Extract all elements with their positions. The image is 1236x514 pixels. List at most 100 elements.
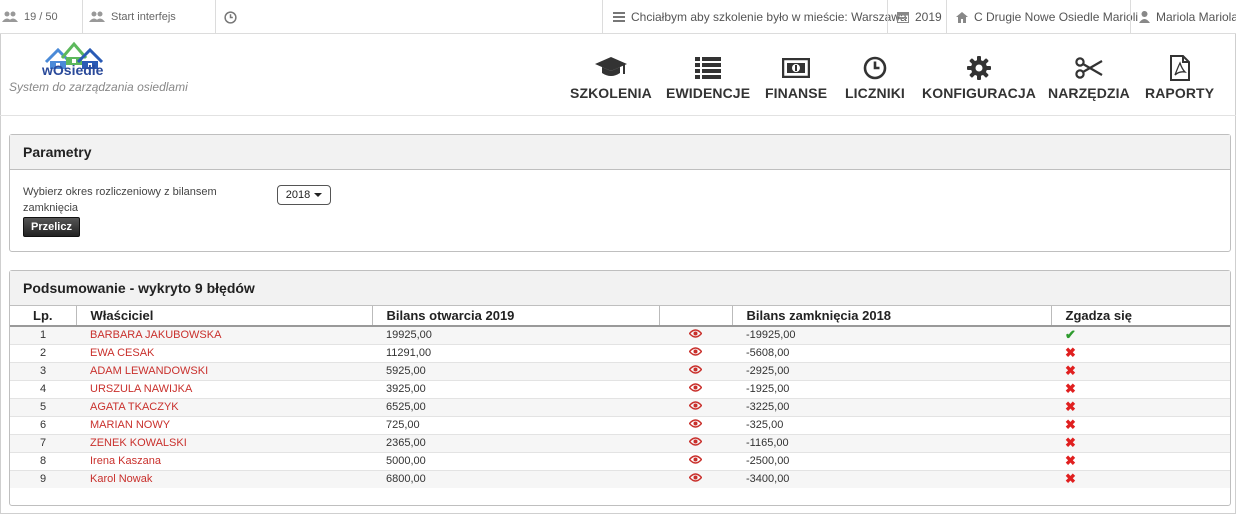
owner-link[interactable]: BARBARA JAKUBOWSKA — [76, 325, 372, 344]
clock-button[interactable] — [224, 0, 243, 34]
cross-icon: ✖ — [1065, 453, 1076, 468]
closing-balance: -325,00 — [732, 415, 1051, 434]
user-name: Mariola Mariola — [1156, 10, 1236, 24]
opening-balance: 5925,00 — [372, 361, 659, 380]
preview-cell[interactable] — [659, 343, 732, 362]
table-row: 5 AGATA TKACZYK 6525,00 -3225,00 ✖ — [10, 397, 1230, 416]
nav-raporty-label: RAPORTY — [1145, 85, 1215, 101]
match-status: ✖ — [1051, 451, 1230, 470]
eye-icon[interactable] — [688, 455, 703, 464]
row-lp: 8 — [10, 451, 76, 470]
match-status: ✔ — [1051, 325, 1230, 344]
preview-cell[interactable] — [659, 361, 732, 380]
training-city-item[interactable]: Chciałbym aby szkolenie było w mieście: … — [613, 0, 907, 34]
owner-link[interactable]: ADAM LEWANDOWSKI — [76, 361, 372, 380]
eye-icon[interactable] — [688, 383, 703, 392]
col-close-balance-header[interactable]: Bilans zamknięcia 2018 — [731, 306, 1051, 327]
eye-icon[interactable] — [688, 437, 703, 446]
preview-cell[interactable] — [659, 397, 732, 416]
counter-text: 19 / 50 — [24, 11, 58, 23]
opening-balance: 11291,00 — [372, 343, 659, 362]
opening-balance: 3925,00 — [372, 379, 659, 398]
params-panel: Parametry Wybierz okres rozliczeniowy z … — [9, 134, 1231, 252]
period-label: Wybierz okres rozliczeniowy z bilansem z… — [23, 186, 217, 214]
recalculate-button[interactable]: Przelicz — [23, 217, 80, 237]
scissors-icon — [1075, 57, 1103, 79]
preview-cell[interactable] — [659, 325, 732, 344]
nav-raporty[interactable]: RAPORTY — [1145, 54, 1214, 101]
match-status: ✖ — [1051, 361, 1230, 380]
period-year-select[interactable]: 2018 — [277, 185, 331, 205]
calendar-icon — [897, 12, 909, 23]
start-interface-link[interactable]: Start interfejs — [89, 0, 176, 34]
nav-konfiguracja[interactable]: KONFIGURACJA — [922, 54, 1036, 101]
nav-finanse[interactable]: FINANSE — [765, 54, 827, 101]
nav-szkolenia[interactable]: SZKOLENIA — [570, 54, 652, 101]
opening-balance: 5000,00 — [372, 451, 659, 470]
pdf-file-icon — [1169, 55, 1190, 81]
owner-link[interactable]: URSZULA NAWIJKA — [76, 379, 372, 398]
year-item[interactable]: 2019 — [897, 0, 942, 34]
params-panel-title: Parametry — [10, 135, 1230, 170]
eye-icon[interactable] — [688, 473, 703, 482]
counter-item[interactable]: 19 / 50 — [2, 0, 58, 34]
caret-down-icon — [314, 193, 323, 197]
row-lp: 4 — [10, 379, 76, 398]
money-icon — [782, 58, 811, 78]
opening-balance: 2365,00 — [372, 433, 659, 452]
row-lp: 1 — [10, 325, 76, 344]
users-icon — [2, 11, 18, 22]
graduation-cap-icon — [594, 57, 627, 76]
summary-table: Lp. Właściciel Bilans otwarcia 2019 Bila… — [10, 306, 1230, 488]
owner-link[interactable]: ZENEK KOWALSKI — [76, 433, 372, 452]
match-status: ✖ — [1051, 469, 1230, 488]
users-icon — [89, 11, 105, 22]
year-text: 2019 — [915, 10, 942, 24]
nav-ewidencje[interactable]: EWIDENCJE — [666, 54, 750, 101]
estate-item[interactable]: C Drugie Nowe Osiedle Marioli — [956, 0, 1138, 34]
eye-icon[interactable] — [688, 401, 703, 410]
table-row: 7 ZENEK KOWALSKI 2365,00 -1165,00 ✖ — [10, 433, 1230, 452]
cross-icon: ✖ — [1065, 381, 1076, 396]
eye-icon[interactable] — [688, 329, 703, 338]
opening-balance: 725,00 — [372, 415, 659, 434]
user-icon — [1139, 11, 1150, 23]
nav-liczniki[interactable]: LICZNIKI — [845, 54, 905, 101]
preview-cell[interactable] — [659, 379, 732, 398]
table-row: 1 BARBARA JAKUBOWSKA 19925,00 -19925,00 ✔ — [10, 325, 1230, 344]
closing-balance: -19925,00 — [732, 325, 1051, 344]
eye-icon[interactable] — [688, 419, 703, 428]
closing-balance: -3225,00 — [732, 397, 1051, 416]
owner-link[interactable]: Karol Nowak — [76, 469, 372, 488]
owner-link[interactable]: MARIAN NOWY — [76, 415, 372, 434]
eye-icon[interactable] — [688, 347, 703, 356]
preview-cell[interactable] — [659, 433, 732, 452]
owner-link[interactable]: EWA CESAK — [76, 343, 372, 362]
col-open-balance-header[interactable]: Bilans otwarcia 2019 — [371, 306, 659, 327]
period-year-value: 2018 — [285, 189, 311, 201]
start-interface-label: Start interfejs — [111, 11, 176, 23]
user-menu[interactable]: Mariola Mariola — [1139, 0, 1236, 34]
owner-link[interactable]: AGATA TKACZYK — [76, 397, 372, 416]
summary-panel: Podsumowanie - wykryto 9 błędów Lp. Właś… — [9, 270, 1231, 506]
col-owner-header[interactable]: Właściciel — [75, 306, 372, 327]
preview-cell[interactable] — [659, 451, 732, 470]
closing-balance: -1925,00 — [732, 379, 1051, 398]
nav-narzedzia[interactable]: NARZĘDZIA — [1048, 54, 1130, 101]
clock-icon — [224, 10, 237, 24]
table-row: 2 EWA CESAK 11291,00 -5608,00 ✖ — [10, 343, 1230, 362]
row-lp: 5 — [10, 397, 76, 416]
preview-cell[interactable] — [659, 415, 732, 434]
cross-icon: ✖ — [1065, 471, 1076, 487]
nav-finanse-label: FINANSE — [765, 85, 828, 101]
closing-balance: -5608,00 — [732, 343, 1051, 362]
col-match-header[interactable]: Zgadza się — [1050, 306, 1230, 327]
cross-icon: ✖ — [1065, 399, 1076, 414]
owner-link[interactable]: Irena Kaszana — [76, 451, 372, 470]
eye-icon[interactable] — [688, 365, 703, 374]
nav-szkolenia-label: SZKOLENIA — [570, 85, 652, 101]
table-row: 8 Irena Kaszana 5000,00 -2500,00 ✖ — [10, 451, 1230, 470]
preview-cell[interactable] — [659, 469, 732, 488]
col-lp-header[interactable]: Lp. — [10, 306, 76, 327]
closing-balance: -3400,00 — [732, 469, 1051, 488]
